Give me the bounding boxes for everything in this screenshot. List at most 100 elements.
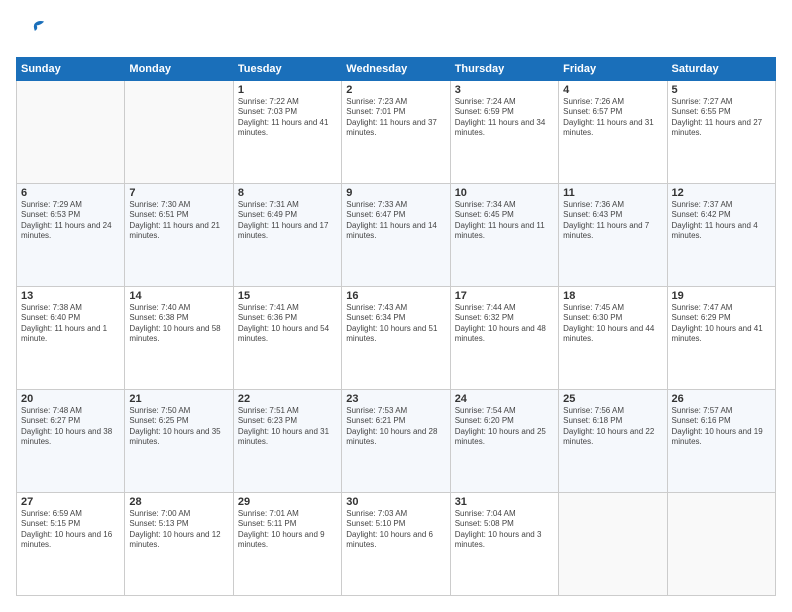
day-number: 8	[238, 187, 337, 199]
calendar-cell	[667, 492, 775, 595]
calendar-cell: 23Sunrise: 7:53 AM Sunset: 6:21 PM Dayli…	[342, 389, 450, 492]
day-info: Sunrise: 7:24 AM Sunset: 6:59 PM Dayligh…	[455, 97, 554, 139]
day-info: Sunrise: 7:23 AM Sunset: 7:01 PM Dayligh…	[346, 97, 445, 139]
col-monday: Monday	[125, 57, 233, 80]
day-number: 23	[346, 393, 445, 405]
day-info: Sunrise: 7:50 AM Sunset: 6:25 PM Dayligh…	[129, 406, 228, 448]
day-info: Sunrise: 7:37 AM Sunset: 6:42 PM Dayligh…	[672, 200, 771, 242]
day-info: Sunrise: 7:51 AM Sunset: 6:23 PM Dayligh…	[238, 406, 337, 448]
calendar-cell: 30Sunrise: 7:03 AM Sunset: 5:10 PM Dayli…	[342, 492, 450, 595]
day-info: Sunrise: 7:40 AM Sunset: 6:38 PM Dayligh…	[129, 303, 228, 345]
page: Sunday Monday Tuesday Wednesday Thursday…	[0, 0, 792, 612]
calendar-cell: 15Sunrise: 7:41 AM Sunset: 6:36 PM Dayli…	[233, 286, 341, 389]
day-info: Sunrise: 7:45 AM Sunset: 6:30 PM Dayligh…	[563, 303, 662, 345]
calendar-cell: 18Sunrise: 7:45 AM Sunset: 6:30 PM Dayli…	[559, 286, 667, 389]
calendar-cell: 5Sunrise: 7:27 AM Sunset: 6:55 PM Daylig…	[667, 80, 775, 183]
calendar-table: Sunday Monday Tuesday Wednesday Thursday…	[16, 57, 776, 596]
calendar-cell: 8Sunrise: 7:31 AM Sunset: 6:49 PM Daylig…	[233, 183, 341, 286]
day-number: 14	[129, 290, 228, 302]
day-info: Sunrise: 7:01 AM Sunset: 5:11 PM Dayligh…	[238, 509, 337, 551]
day-info: Sunrise: 7:31 AM Sunset: 6:49 PM Dayligh…	[238, 200, 337, 242]
day-info: Sunrise: 7:54 AM Sunset: 6:20 PM Dayligh…	[455, 406, 554, 448]
day-number: 17	[455, 290, 554, 302]
day-info: Sunrise: 7:48 AM Sunset: 6:27 PM Dayligh…	[21, 406, 120, 448]
calendar-cell	[559, 492, 667, 595]
day-info: Sunrise: 7:44 AM Sunset: 6:32 PM Dayligh…	[455, 303, 554, 345]
day-info: Sunrise: 7:33 AM Sunset: 6:47 PM Dayligh…	[346, 200, 445, 242]
calendar-cell: 27Sunrise: 6:59 AM Sunset: 5:15 PM Dayli…	[17, 492, 125, 595]
calendar-cell: 20Sunrise: 7:48 AM Sunset: 6:27 PM Dayli…	[17, 389, 125, 492]
calendar-week-3: 13Sunrise: 7:38 AM Sunset: 6:40 PM Dayli…	[17, 286, 776, 389]
col-thursday: Thursday	[450, 57, 558, 80]
day-number: 13	[21, 290, 120, 302]
calendar-cell: 7Sunrise: 7:30 AM Sunset: 6:51 PM Daylig…	[125, 183, 233, 286]
day-info: Sunrise: 7:47 AM Sunset: 6:29 PM Dayligh…	[672, 303, 771, 345]
calendar-cell: 6Sunrise: 7:29 AM Sunset: 6:53 PM Daylig…	[17, 183, 125, 286]
calendar-cell: 16Sunrise: 7:43 AM Sunset: 6:34 PM Dayli…	[342, 286, 450, 389]
day-number: 31	[455, 496, 554, 508]
day-number: 6	[21, 187, 120, 199]
day-number: 18	[563, 290, 662, 302]
day-number: 2	[346, 84, 445, 96]
day-info: Sunrise: 7:41 AM Sunset: 6:36 PM Dayligh…	[238, 303, 337, 345]
calendar-cell: 10Sunrise: 7:34 AM Sunset: 6:45 PM Dayli…	[450, 183, 558, 286]
day-number: 29	[238, 496, 337, 508]
calendar-cell: 31Sunrise: 7:04 AM Sunset: 5:08 PM Dayli…	[450, 492, 558, 595]
day-number: 12	[672, 187, 771, 199]
day-number: 19	[672, 290, 771, 302]
day-info: Sunrise: 7:29 AM Sunset: 6:53 PM Dayligh…	[21, 200, 120, 242]
calendar-cell: 21Sunrise: 7:50 AM Sunset: 6:25 PM Dayli…	[125, 389, 233, 492]
day-number: 4	[563, 84, 662, 96]
day-number: 1	[238, 84, 337, 96]
day-info: Sunrise: 7:56 AM Sunset: 6:18 PM Dayligh…	[563, 406, 662, 448]
day-number: 5	[672, 84, 771, 96]
logo-text	[16, 16, 46, 49]
calendar-cell: 3Sunrise: 7:24 AM Sunset: 6:59 PM Daylig…	[450, 80, 558, 183]
day-number: 27	[21, 496, 120, 508]
day-info: Sunrise: 7:30 AM Sunset: 6:51 PM Dayligh…	[129, 200, 228, 242]
day-info: Sunrise: 7:27 AM Sunset: 6:55 PM Dayligh…	[672, 97, 771, 139]
calendar-cell: 29Sunrise: 7:01 AM Sunset: 5:11 PM Dayli…	[233, 492, 341, 595]
calendar-cell: 26Sunrise: 7:57 AM Sunset: 6:16 PM Dayli…	[667, 389, 775, 492]
day-number: 3	[455, 84, 554, 96]
calendar-cell: 28Sunrise: 7:00 AM Sunset: 5:13 PM Dayli…	[125, 492, 233, 595]
calendar-cell: 2Sunrise: 7:23 AM Sunset: 7:01 PM Daylig…	[342, 80, 450, 183]
day-number: 22	[238, 393, 337, 405]
day-number: 20	[21, 393, 120, 405]
header	[16, 16, 776, 49]
day-number: 10	[455, 187, 554, 199]
calendar-cell: 14Sunrise: 7:40 AM Sunset: 6:38 PM Dayli…	[125, 286, 233, 389]
calendar-cell: 12Sunrise: 7:37 AM Sunset: 6:42 PM Dayli…	[667, 183, 775, 286]
day-number: 24	[455, 393, 554, 405]
col-wednesday: Wednesday	[342, 57, 450, 80]
day-info: Sunrise: 7:57 AM Sunset: 6:16 PM Dayligh…	[672, 406, 771, 448]
calendar-cell	[17, 80, 125, 183]
day-number: 9	[346, 187, 445, 199]
calendar-week-5: 27Sunrise: 6:59 AM Sunset: 5:15 PM Dayli…	[17, 492, 776, 595]
logo	[16, 16, 46, 49]
day-number: 11	[563, 187, 662, 199]
calendar-cell: 25Sunrise: 7:56 AM Sunset: 6:18 PM Dayli…	[559, 389, 667, 492]
day-info: Sunrise: 7:00 AM Sunset: 5:13 PM Dayligh…	[129, 509, 228, 551]
day-number: 21	[129, 393, 228, 405]
header-row: Sunday Monday Tuesday Wednesday Thursday…	[17, 57, 776, 80]
calendar-week-2: 6Sunrise: 7:29 AM Sunset: 6:53 PM Daylig…	[17, 183, 776, 286]
day-info: Sunrise: 7:43 AM Sunset: 6:34 PM Dayligh…	[346, 303, 445, 345]
day-info: Sunrise: 7:53 AM Sunset: 6:21 PM Dayligh…	[346, 406, 445, 448]
calendar-cell: 11Sunrise: 7:36 AM Sunset: 6:43 PM Dayli…	[559, 183, 667, 286]
calendar-cell: 22Sunrise: 7:51 AM Sunset: 6:23 PM Dayli…	[233, 389, 341, 492]
calendar-week-4: 20Sunrise: 7:48 AM Sunset: 6:27 PM Dayli…	[17, 389, 776, 492]
calendar-cell	[125, 80, 233, 183]
day-info: Sunrise: 7:34 AM Sunset: 6:45 PM Dayligh…	[455, 200, 554, 242]
day-number: 25	[563, 393, 662, 405]
day-number: 26	[672, 393, 771, 405]
day-number: 7	[129, 187, 228, 199]
day-info: Sunrise: 6:59 AM Sunset: 5:15 PM Dayligh…	[21, 509, 120, 551]
calendar-cell: 4Sunrise: 7:26 AM Sunset: 6:57 PM Daylig…	[559, 80, 667, 183]
calendar-cell: 1Sunrise: 7:22 AM Sunset: 7:03 PM Daylig…	[233, 80, 341, 183]
day-number: 16	[346, 290, 445, 302]
col-friday: Friday	[559, 57, 667, 80]
day-info: Sunrise: 7:36 AM Sunset: 6:43 PM Dayligh…	[563, 200, 662, 242]
col-sunday: Sunday	[17, 57, 125, 80]
day-info: Sunrise: 7:04 AM Sunset: 5:08 PM Dayligh…	[455, 509, 554, 551]
